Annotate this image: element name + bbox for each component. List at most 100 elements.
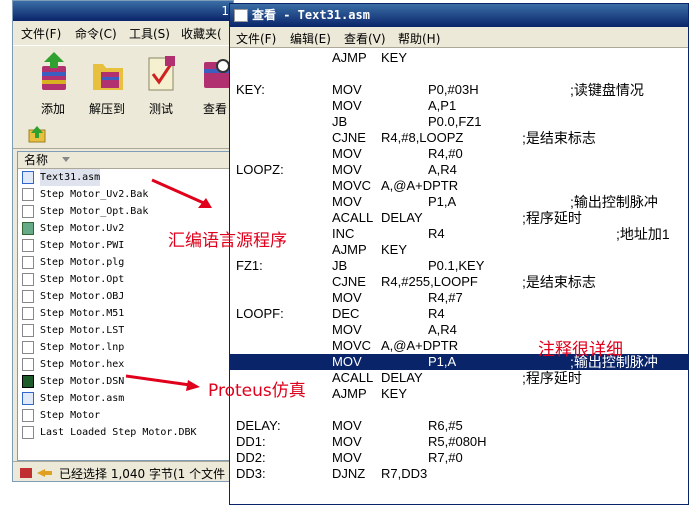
file-icon [22,188,34,201]
column-header-name[interactable]: 名称 [18,152,233,169]
file-row[interactable]: Step Motor.Opt [18,271,233,288]
code-arg: P0.1,KEY [428,258,485,273]
menu-command[interactable]: 命令(C) [75,25,117,42]
code-line[interactable]: DD2: MOV R7,#0 [230,450,688,466]
add-label: 添加 [40,102,65,116]
code-arg: DELAY [381,210,423,225]
code-arg: R4 [428,226,445,241]
code-line[interactable]: LOOPZ: MOV A,R4 [230,162,688,178]
file-row[interactable]: Step Motor [18,407,233,424]
annotation-comments: 注释很详细 [538,340,623,360]
code-label: FZ1: [236,258,263,273]
code-op: DJNZ [332,466,366,481]
code-label: DD1: [236,434,266,449]
code-cmt: ;程序延时 [522,370,582,386]
menu-file[interactable]: 文件(F) [21,25,61,42]
code-line[interactable]: LOOPF: DEC R4 [230,306,688,322]
file-icon [22,426,34,439]
test-button[interactable]: 测试 [135,48,187,118]
code-label: DELAY: [236,418,281,433]
viewer-menu-help[interactable]: 帮助(H) [398,30,440,47]
folder-up-icon[interactable] [27,124,47,144]
viewer-menu-file[interactable]: 文件(F) [236,30,276,47]
code-line[interactable]: MOV P1,A ;输出控制脉冲 [230,194,688,210]
code-op: AJMP [332,242,367,257]
code-line[interactable]: FZ1: JB P0.1,KEY [230,258,688,274]
code-line[interactable] [230,402,688,418]
viewer-menu-bar: 文件(F) 编辑(E) 查看(V) 帮助(H) [230,27,688,48]
code-op: MOV [332,450,362,465]
code-arg: P1,A [428,194,457,209]
code-line[interactable]: CJNE R4,#255,LOOPF ;是结束标志 [230,274,688,290]
code-label: LOOPF: [236,306,284,321]
code-line[interactable]: KEY: MOV P0,#03H ;读键盘情况 [230,82,688,98]
code-arg: R5,#080H [428,434,487,449]
file-row[interactable]: Step Motor.plg [18,254,233,271]
archive-nav-bar [13,120,233,149]
file-icon [22,273,34,286]
code-line[interactable]: MOV A,P1 [230,98,688,114]
view-button[interactable]: 查看 [189,48,233,118]
code-arg: KEY [381,242,408,257]
code-line[interactable] [230,66,688,82]
code-line[interactable]: ACALL DELAY ;程序延时 [230,210,688,226]
code-op: AJMP [332,50,367,65]
file-icon [22,290,34,303]
code-cmt: ;读键盘情况 [570,82,644,98]
code-cmt: ;地址加1 [616,226,670,242]
code-op: JB [332,114,348,129]
code-view[interactable]: AJMP KEY KEY: MOV P0,#03H ;读键盘情况 MOV A,P1 JB P0.0… [230,48,688,504]
file-row[interactable]: Step Motor.M51 [18,305,233,322]
document-icon [234,9,248,22]
code-label: LOOPZ: [236,162,284,177]
viewer-menu-view[interactable]: 查看(V) [344,30,386,47]
asm-file-icon [22,392,34,405]
code-arg: KEY [381,386,408,401]
extract-button[interactable]: 解压到 [81,48,133,118]
code-line[interactable]: JB P0.0,FZ1 [230,114,688,130]
code-line[interactable]: MOVC A,@A+DPTR [230,178,688,194]
viewer-title-bar[interactable]: 查看 - Text31.asm [230,4,688,27]
code-line[interactable]: DD3: DJNZ R7,DD3 [230,466,688,482]
code-arg: R6,#5 [428,418,463,433]
menu-tools[interactable]: 工具(S) [129,25,170,42]
dsn-file-icon [22,375,34,388]
file-row[interactable]: Step Motor.OBJ [18,288,233,305]
code-arg: P0,#03H [428,82,479,97]
code-cmt: ;是结束标志 [522,274,596,290]
code-arg: R4,#7 [428,290,463,305]
code-line[interactable]: INC R4 ;地址加1 [230,226,688,242]
code-line[interactable]: MOV R4,#7 [230,290,688,306]
file-icon [22,341,34,354]
code-line[interactable]: AJMP KEY [230,50,688,66]
annotation-source-program: 汇编语言源程序 [168,231,287,251]
file-icon [22,256,34,269]
archive-toolbar: 添加 解压到 测试 查看 [13,45,233,121]
code-line[interactable]: DD1: MOV R5,#080H [230,434,688,450]
file-row[interactable]: Last Loaded Step Motor.DBK [18,424,233,441]
add-button[interactable]: 添加 [27,48,79,118]
code-op: MOVC [332,178,371,193]
viewer-menu-edit[interactable]: 编辑(E) [290,30,331,47]
file-row[interactable]: Step Motor.LST [18,322,233,339]
code-arg: R4,#255,LOOPF [381,274,478,289]
annotation-proteus: Proteus仿真 [208,381,306,401]
code-op: CJNE [332,130,366,145]
file-icon [22,409,34,422]
code-arg: R7,DD3 [381,466,428,481]
uv2-file-icon [22,222,34,235]
test-icon [148,56,175,91]
code-op: MOV [332,354,362,369]
code-arg: R4 [428,306,445,321]
code-line[interactable]: CJNE R4,#8,LOOPZ ;是结束标志 [230,130,688,146]
archive-title-bar[interactable]: 1 [13,1,233,21]
menu-favorites[interactable]: 收藏夹( [181,25,222,42]
code-line[interactable]: AJMP KEY [230,242,688,258]
code-op: MOV [332,290,362,305]
code-line[interactable]: DELAY: MOV R6,#5 [230,418,688,434]
file-icon [22,205,34,218]
code-line[interactable]: MOV R4,#0 [230,146,688,162]
code-arg: A,P1 [428,98,457,113]
selection-status-icon [20,468,52,478]
file-row[interactable]: Step Motor.lnp [18,339,233,356]
